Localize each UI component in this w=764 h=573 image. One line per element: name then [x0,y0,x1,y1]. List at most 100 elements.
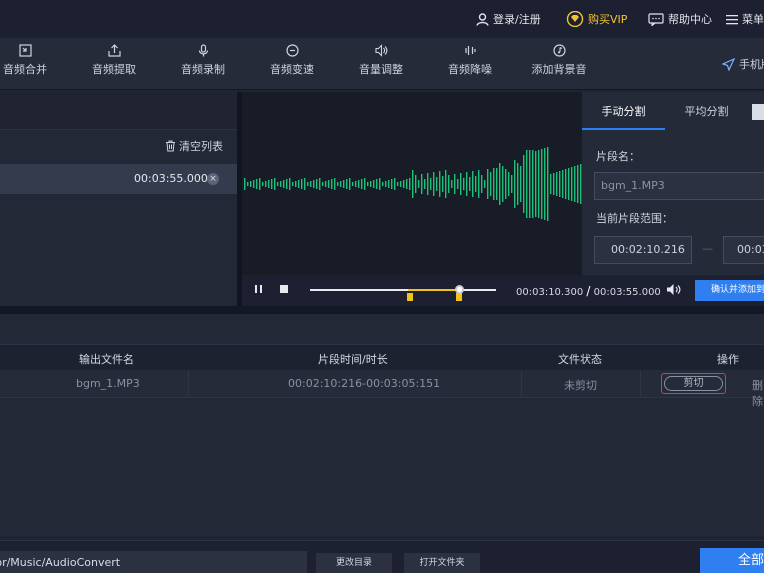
waveform-bar [550,174,552,194]
waveform-bar [442,176,444,192]
waveform-bar [517,163,519,205]
open-folder-button[interactable]: 打开文件夹 [404,553,480,573]
range-start-handle[interactable] [407,293,413,301]
output-table: 输出文件名 片段时间/时长 文件状态 操作 bgm_1.MP3 00:02:10… [0,314,764,536]
remove-file-icon[interactable]: × [207,173,219,185]
tool-audio-denoise[interactable]: 音频降噪 [435,44,505,77]
waveform-bar [472,171,474,197]
waveform-bar [358,180,360,188]
segment-name-label: 片段名： [596,150,640,163]
waveform-bar [445,170,447,198]
tool-audio-record[interactable]: 音频录制 [168,44,238,77]
segment-range-label: 当前片段范围： [596,212,673,225]
tool-audio-speed[interactable]: 音频变速 [257,44,327,77]
waveform-bar [481,175,483,193]
confirm-add-button[interactable]: 确认并添加到列表 [695,280,764,301]
buy-vip-link[interactable]: 购买VIP [566,10,627,28]
waveform-bar [433,172,435,196]
row-output-file: bgm_1.MP3 [76,377,140,390]
tool-add-background-music[interactable]: 添加背景音 [524,44,594,77]
waveform-bar [514,160,516,208]
cut-button[interactable]: 剪切 [661,373,726,394]
waveform-bar [361,179,363,189]
output-path-text: C:/Users/Administrator/Music/AudioConver… [0,556,121,569]
waveform-bar [283,180,285,188]
tab-manual-split[interactable]: 手动分割 [582,92,665,130]
waveform-bar [562,170,564,198]
clear-list-button[interactable]: 清空列表 [165,138,223,154]
pause-button[interactable] [254,284,264,297]
waveform-bar [253,180,255,188]
total-time: 00:03:55.000 [593,287,661,298]
menu-button[interactable]: 菜单 [726,10,764,28]
row-status: 未剪切 [564,379,597,392]
waveform-bar [388,180,390,188]
waveform-bar [478,170,480,198]
waveform-bar [421,174,423,194]
waveform-bar [349,178,351,190]
tool-volume-adjust[interactable]: 音量调整 [346,44,416,77]
waveform-bar [391,179,393,189]
waveform-bar [313,180,315,188]
range-end-input[interactable]: 00:03:05.151 [723,236,764,264]
table-row[interactable]: bgm_1.MP3 00:02:10:216-00:03:05:151 未剪切 … [0,370,764,408]
waveform-bar [325,181,327,187]
output-path-field[interactable]: C:/Users/Administrator/Music/AudioConver… [0,551,307,573]
waveform-bar [577,165,579,203]
cut-all-button[interactable]: 全部剪切 [700,548,764,573]
waveform-bar [307,182,309,186]
waveform-bar [319,178,321,190]
waveform-bar [256,179,258,189]
range-start-input[interactable]: 00:02:10.216 [594,236,692,264]
row-delete-button[interactable]: 删除 [752,377,764,409]
table-header: 输出文件名 片段时间/时长 文件状态 操作 [0,344,764,370]
change-directory-button[interactable]: 更改目录 [316,553,392,573]
waveform-bar [424,179,426,189]
waveform-bar [502,166,504,202]
stop-icon [280,285,288,293]
waveform-bar [451,180,453,188]
waveform-bar [532,150,534,218]
waveform-bar [490,172,492,196]
trash-icon [166,140,175,152]
waveform-bar [262,182,264,186]
tab-average-split[interactable]: 平均分割 [665,92,748,130]
waveform-bar [544,148,546,220]
waveform-bar [397,182,399,186]
phone-version-link[interactable]: 手机版 [722,56,764,72]
waveform-bar [541,149,543,219]
mic-icon [198,44,208,57]
waveform-bar [499,163,501,205]
login-link[interactable]: 登录/注册 [476,10,541,28]
denoise-icon [464,46,476,55]
progress-track[interactable] [310,289,496,291]
waveform-bar [475,176,477,192]
help-center-link[interactable]: 帮助中心 [648,10,712,28]
waveform-bar [250,181,252,187]
row-segment: 00:02:10:216-00:03:05:151 [288,377,441,390]
cut-button-label: 剪切 [664,376,723,391]
waveform-bar [382,182,384,186]
waveform-view[interactable] [242,92,582,275]
volume-button[interactable] [666,283,681,299]
volume-icon [375,44,388,57]
range-end-handle[interactable] [456,293,462,301]
file-list-item[interactable]: 00:03:55.000 × [0,164,237,194]
waveform-bar [565,169,567,199]
waveform-bar [412,170,414,198]
waveform-bar [454,174,456,194]
hamburger-icon [726,14,738,24]
col-status: 文件状态 [558,353,602,366]
waveform-bar [247,182,249,186]
waveform-bar [427,173,429,195]
tool-audio-merge[interactable]: 音频合并 [0,44,60,77]
file-list-panel: 清空列表 [0,92,237,306]
stop-button[interactable] [279,284,289,297]
waveform-bar [364,178,366,190]
tool-audio-extract[interactable]: 音频提取 [79,44,149,77]
playhead-handle[interactable] [455,285,464,294]
waveform-bar [367,182,369,186]
segment-name-input[interactable]: bgm_1.MP3 [594,172,764,200]
tab-more[interactable] [752,104,764,120]
waveform-bar [493,168,495,200]
